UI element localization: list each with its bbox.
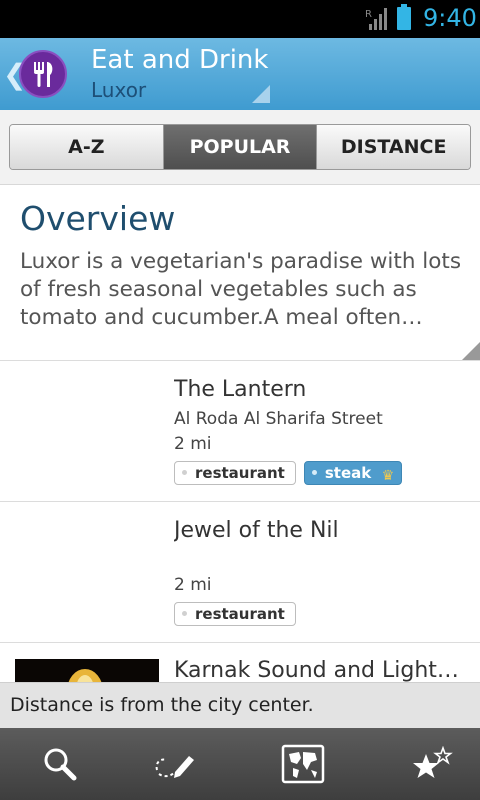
- place-distance: 2 mi: [174, 434, 212, 454]
- place-address: Al Roda Al Sharifa Street: [174, 409, 383, 429]
- overview-title: Overview: [20, 199, 176, 238]
- action-bar: ❮ Eat and Drink Luxor: [0, 38, 480, 112]
- bottom-toolbar: [0, 728, 480, 800]
- search-icon: [44, 748, 77, 781]
- overview-section[interactable]: Overview Luxor is a vegetarian's paradis…: [0, 184, 480, 361]
- toast-text: Distance is from the city center.: [10, 694, 314, 716]
- place-name: Karnak Sound and Light…: [174, 658, 459, 683]
- search-button[interactable]: [0, 728, 120, 800]
- map-icon: [281, 744, 325, 784]
- list-item[interactable]: The Lantern Al Roda Al Sharifa Street 2 …: [0, 361, 480, 502]
- place-name: The Lantern: [174, 377, 307, 402]
- signal-icon: R: [365, 8, 387, 30]
- tag-steak[interactable]: steak ♛: [303, 461, 403, 485]
- tag-label: steak: [324, 464, 372, 482]
- fork-knife-icon: [34, 62, 53, 87]
- overview-text: Luxor is a vegetarian's paradise with lo…: [20, 249, 462, 330]
- crown-icon: ♛: [381, 468, 395, 484]
- toast-message: Distance is from the city center.: [0, 682, 480, 729]
- tag-restaurant[interactable]: restaurant: [174, 602, 296, 626]
- dropdown-indicator-icon[interactable]: [252, 85, 270, 103]
- status-bar: R 9:40: [0, 0, 480, 38]
- sort-tabs: A-Z POPULAR DISTANCE: [9, 124, 471, 170]
- sort-tabs-container: A-Z POPULAR DISTANCE: [0, 110, 480, 185]
- favorites-stars-icon: [413, 746, 453, 778]
- city-name[interactable]: Luxor: [91, 78, 146, 102]
- tag-label: restaurant: [195, 464, 285, 482]
- status-time: 9:40: [423, 4, 477, 32]
- tab-a-z[interactable]: A-Z: [10, 125, 164, 169]
- place-name: Jewel of the Nil: [174, 518, 339, 543]
- tag-label: restaurant: [195, 605, 285, 623]
- place-distance: 2 mi: [174, 575, 212, 595]
- edit-route-icon: [155, 756, 194, 778]
- roaming-indicator: R: [365, 9, 372, 20]
- map-button[interactable]: [243, 728, 363, 800]
- tag-restaurant[interactable]: restaurant: [174, 461, 296, 485]
- place-tags: restaurant: [174, 602, 296, 626]
- favorites-button[interactable]: [372, 728, 480, 800]
- battery-icon: [397, 4, 411, 30]
- place-tags: restaurant steak ♛: [174, 461, 403, 485]
- screen-title: Eat and Drink: [91, 45, 269, 75]
- tab-popular[interactable]: POPULAR: [163, 125, 318, 169]
- tab-distance[interactable]: DISTANCE: [317, 125, 470, 169]
- edit-route-button[interactable]: [115, 728, 235, 800]
- expand-corner-icon[interactable]: [462, 342, 480, 360]
- restaurant-category-icon[interactable]: [19, 50, 67, 98]
- list-item[interactable]: Jewel of the Nil 2 mi restaurant: [0, 502, 480, 643]
